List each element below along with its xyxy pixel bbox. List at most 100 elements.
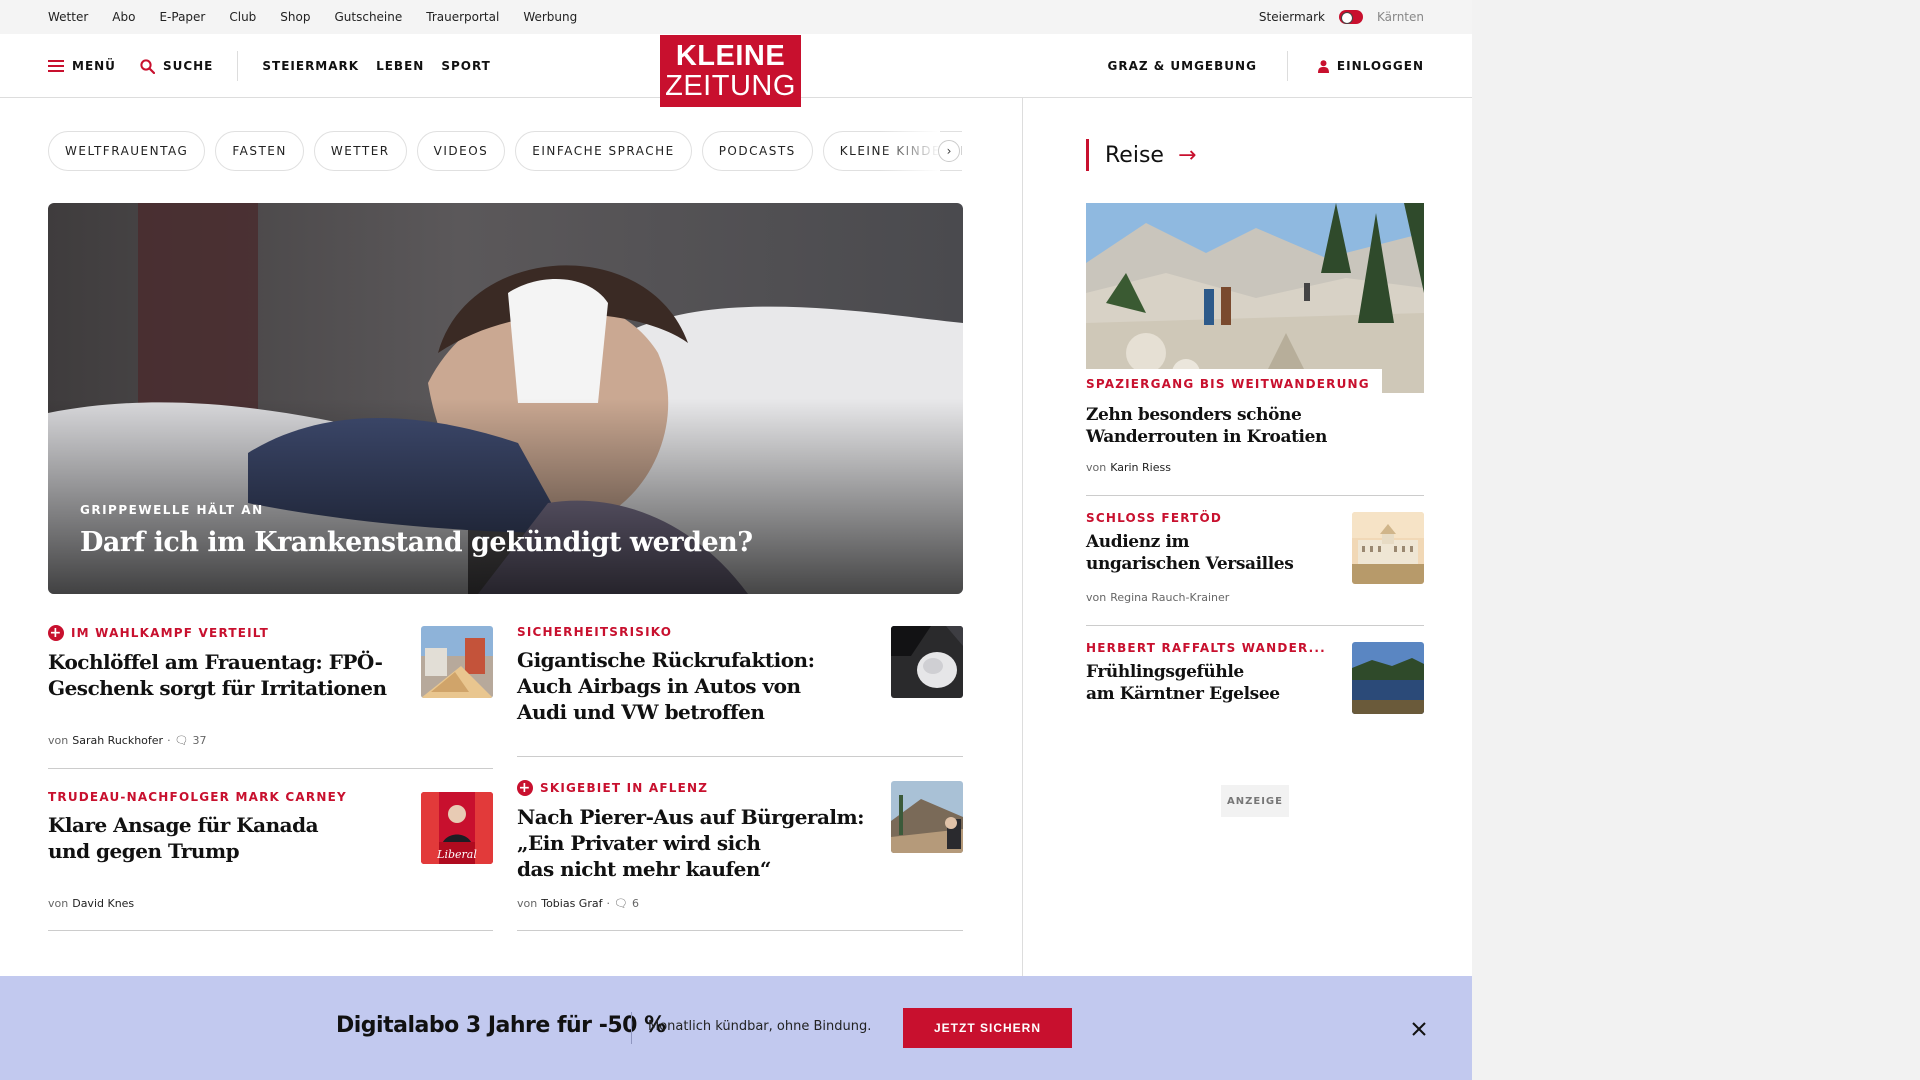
- util-link-wetter[interactable]: Wetter: [48, 10, 88, 24]
- nav-right: GRAZ & UMGEBUNG EINLOGGEN: [1108, 34, 1425, 98]
- sidebar-thumb-1[interactable]: [1352, 512, 1424, 584]
- site-logo[interactable]: KLEINE ZEITUNG: [660, 35, 801, 107]
- menu-button[interactable]: MENÜ: [48, 59, 116, 73]
- util-link-werbung[interactable]: Werbung: [523, 10, 577, 24]
- section-header-reise[interactable]: Reise →: [1086, 139, 1196, 171]
- nav-section-leben[interactable]: LEBEN: [376, 59, 424, 73]
- hero-kicker: GRIPPEWELLE HÄLT AN: [80, 503, 264, 517]
- byline-prefix: von: [1086, 461, 1107, 474]
- chip-weltfrauentag[interactable]: WELTFRAUENTAG: [48, 131, 206, 171]
- article-title[interactable]: Frühlingsgefühle am Kärntner Egelsee: [1086, 661, 1326, 705]
- article-title[interactable]: Nach Pierer-Aus auf Bürgeralm: „Ein Priv…: [517, 804, 877, 882]
- divider-line: [1086, 495, 1424, 496]
- author-link[interactable]: Sarah Ruckhofer: [72, 734, 163, 747]
- sidebar-item-2[interactable]: HERBERT RAFFALTS WANDER... Frühlingsgefü…: [1086, 641, 1326, 705]
- article-title-line: Wanderrouten in Kroatien: [1086, 427, 1327, 447]
- user-icon: [1317, 59, 1329, 73]
- nav-section-sport[interactable]: SPORT: [441, 59, 491, 73]
- hero-title[interactable]: Darf ich im Krankenstand gekündigt werde…: [80, 527, 753, 558]
- hero-teaser[interactable]: GRIPPEWELLE HÄLT AN Darf ich im Krankens…: [48, 203, 963, 594]
- region-switch: Steiermark Kärnten: [1259, 0, 1424, 34]
- thumb-image-politician: Liberal: [421, 792, 493, 864]
- article-title[interactable]: Klare Ansage für Kanada und gegen Trump: [48, 812, 408, 864]
- article-kicker: + IM WAHLKAMPF VERTEILT: [48, 625, 408, 641]
- article-title-line: Nach Pierer-Aus auf Bürgeralm:: [517, 805, 865, 829]
- article-kicker-text: SPAZIERGANG BIS WEITWANDERUNG: [1086, 377, 1370, 391]
- column-divider: [1022, 98, 1023, 978]
- article-title-line: am Kärntner Egelsee: [1086, 684, 1280, 704]
- chip-einfache-sprache[interactable]: EINFACHE SPRACHE: [515, 131, 692, 171]
- nav-sections: STEIERMARK LEBEN SPORT: [262, 59, 490, 73]
- article-byline-4: von Tobias Graf · 🗨 6: [517, 897, 639, 910]
- article-thumb-3[interactable]: Liberal: [421, 792, 493, 864]
- article-kicker-text: SKIGEBIET IN AFLENZ: [540, 781, 709, 795]
- empty-gutter: [1472, 0, 1920, 1080]
- nav-left: MENÜ SUCHE STEIERMARK LEBEN SPORT: [48, 34, 491, 98]
- login-label: EINLOGGEN: [1336, 59, 1424, 73]
- search-button[interactable]: SUCHE: [140, 58, 213, 74]
- comment-count[interactable]: 37: [193, 734, 207, 747]
- util-link-shop[interactable]: Shop: [280, 10, 310, 24]
- article-title[interactable]: Kochlöffel am Frauentag: FPÖ- Geschenk s…: [48, 649, 408, 701]
- article-thumb-4[interactable]: [891, 781, 963, 853]
- article-teaser-2[interactable]: SICHERHEITSRISIKO Gigantische Rückrufakt…: [517, 625, 857, 725]
- article-title-line: „Ein Privater wird sich: [517, 831, 761, 855]
- article-kicker: SCHLOSS FERTÖD: [1086, 511, 1326, 525]
- author-link[interactable]: Tobias Graf: [541, 897, 602, 910]
- article-thumb-2[interactable]: [891, 626, 963, 698]
- hiking-image: [1086, 203, 1424, 393]
- article-kicker-text: IM WAHLKAMPF VERTEILT: [71, 626, 270, 640]
- chip-wetter[interactable]: WETTER: [313, 131, 407, 171]
- chip-podcasts[interactable]: PODCASTS: [701, 131, 813, 171]
- util-link-trauerportal[interactable]: Trauerportal: [426, 10, 499, 24]
- article-title-line: Frühlingsgefühle: [1086, 662, 1244, 682]
- sidebar-feature-image[interactable]: [1086, 203, 1424, 393]
- location-link[interactable]: GRAZ & UMGEBUNG: [1108, 59, 1257, 73]
- chips-fade: [880, 131, 940, 171]
- article-teaser-1[interactable]: + IM WAHLKAMPF VERTEILT Kochlöffel am Fr…: [48, 625, 408, 701]
- author-link[interactable]: David Knes: [72, 897, 134, 910]
- divider-line: [48, 930, 493, 931]
- article-kicker: HERBERT RAFFALTS WANDER...: [1086, 641, 1326, 655]
- article-teaser-4[interactable]: + SKIGEBIET IN AFLENZ Nach Pierer-Aus au…: [517, 780, 877, 882]
- sidebar-item-1[interactable]: SCHLOSS FERTÖD Audienz im ungarischen Ve…: [1086, 511, 1326, 575]
- logo-line-1: KLEINE: [675, 39, 786, 72]
- article-title-line: Auch Airbags in Autos von: [517, 674, 801, 698]
- nav-section-steiermark[interactable]: STEIERMARK: [262, 59, 359, 73]
- article-byline-3: von David Knes: [48, 897, 134, 910]
- article-thumb-1[interactable]: [421, 626, 493, 698]
- main-nav: MENÜ SUCHE STEIERMARK LEBEN SPORT KLEINE…: [0, 34, 1472, 107]
- util-link-club[interactable]: Club: [229, 10, 256, 24]
- article-title-line: Gigantische Rückrufaktion:: [517, 648, 815, 672]
- premium-plus-icon: +: [48, 625, 64, 641]
- article-title[interactable]: Gigantische Rückrufaktion: Auch Airbags …: [517, 647, 857, 725]
- utility-bar: Wetter Abo E-Paper Club Shop Gutscheine …: [0, 0, 1472, 34]
- close-banner-button[interactable]: [1406, 1016, 1432, 1042]
- util-link-epaper[interactable]: E-Paper: [159, 10, 205, 24]
- hamburger-icon: [48, 60, 64, 72]
- login-button[interactable]: EINLOGGEN: [1317, 59, 1424, 73]
- article-title[interactable]: Audienz im ungarischen Versailles: [1086, 531, 1326, 575]
- subscribe-button[interactable]: JETZT SICHERN: [903, 1008, 1072, 1048]
- author-link[interactable]: Regina Rauch-Krainer: [1110, 591, 1229, 604]
- article-title-line: Kochlöffel am Frauentag: FPÖ-: [48, 650, 383, 674]
- util-link-abo[interactable]: Abo: [112, 10, 135, 24]
- thumb-liberal-text: Liberal: [436, 848, 477, 861]
- region-toggle[interactable]: [1338, 10, 1363, 24]
- chip-videos[interactable]: VIDEOS: [416, 131, 506, 171]
- chip-fasten[interactable]: FASTEN: [215, 131, 304, 171]
- thumb-image-ski-area: [891, 781, 963, 853]
- chips-next-button[interactable]: ›: [938, 140, 960, 162]
- region-kaernten[interactable]: Kärnten: [1377, 10, 1424, 24]
- article-teaser-3[interactable]: TRUDEAU-NACHFOLGER MARK CARNEY Klare Ans…: [48, 790, 408, 864]
- article-title-line: ungarischen Versailles: [1086, 554, 1294, 574]
- region-steiermark[interactable]: Steiermark: [1259, 10, 1325, 24]
- sidebar-thumb-2[interactable]: [1352, 642, 1424, 714]
- sidebar-feature-title[interactable]: Zehn besonders schöne Wanderrouten in Kr…: [1086, 404, 1416, 448]
- util-link-gutscheine[interactable]: Gutscheine: [334, 10, 402, 24]
- comment-count[interactable]: 6: [632, 897, 639, 910]
- article-title-line: Audi und VW betroffen: [517, 700, 765, 724]
- sidebar-feature-byline: von Karin Riess: [1086, 461, 1171, 474]
- thumb-image-airbag: [891, 626, 963, 698]
- author-link[interactable]: Karin Riess: [1110, 461, 1171, 474]
